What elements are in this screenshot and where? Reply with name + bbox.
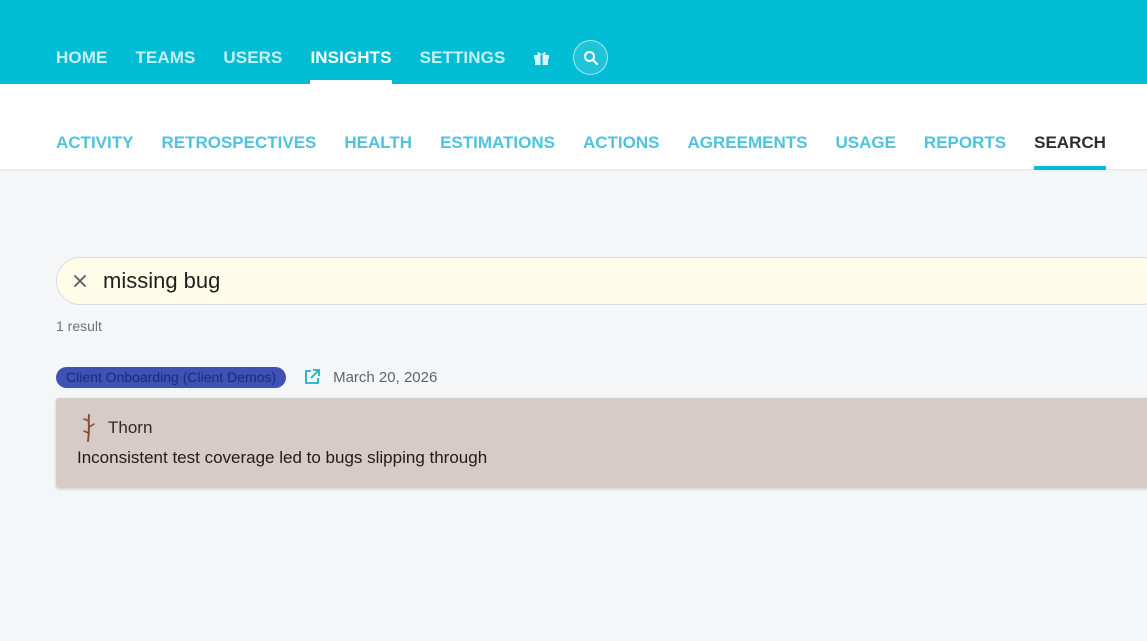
nav-item-insights[interactable]: INSIGHTS <box>310 40 392 84</box>
nav-item-teams[interactable]: TEAMS <box>135 40 195 84</box>
result-meta: Client Onboarding (Client Demos) March 2… <box>56 366 437 388</box>
nav-item-settings[interactable]: SETTINGS <box>420 40 506 84</box>
search-icon <box>583 50 598 65</box>
result-card[interactable]: Thorn Inconsistent test coverage led to … <box>56 398 1147 488</box>
result-date: March 20, 2026 <box>333 368 438 386</box>
search-input[interactable] <box>103 264 1103 298</box>
gift-icon[interactable] <box>533 40 551 75</box>
search-field <box>56 257 1147 305</box>
card-category: Thorn <box>108 418 153 437</box>
tab-agreements[interactable]: AGREEMENTS <box>687 132 807 170</box>
team-tag[interactable]: Client Onboarding (Client Demos) <box>56 366 287 388</box>
search-button[interactable] <box>573 40 609 75</box>
tab-retrospectives[interactable]: RETROSPECTIVES <box>161 132 316 170</box>
tab-actions[interactable]: ACTIONS <box>583 132 660 170</box>
main-nav: HOME TEAMS USERS INSIGHTS SETTINGS <box>56 40 609 84</box>
top-navigation-bar: HOME TEAMS USERS INSIGHTS SETTINGS <box>0 0 1147 84</box>
card-text: Inconsistent test coverage led to bugs s… <box>77 448 488 467</box>
tab-activity[interactable]: ACTIVITY <box>56 132 133 170</box>
result-count: 1 result <box>56 318 102 334</box>
nav-item-users[interactable]: USERS <box>223 40 282 84</box>
tab-reports[interactable]: REPORTS <box>924 132 1006 170</box>
tab-search[interactable]: SEARCH <box>1034 132 1106 170</box>
sub-nav: ACTIVITY RETROSPECTIVES HEALTH ESTIMATIO… <box>56 132 1134 170</box>
thorn-icon <box>82 414 96 442</box>
insights-sub-navigation: ACTIVITY RETROSPECTIVES HEALTH ESTIMATIO… <box>0 84 1147 170</box>
close-icon[interactable] <box>71 272 89 290</box>
tab-usage[interactable]: USAGE <box>835 132 895 170</box>
tab-health[interactable]: HEALTH <box>344 132 412 170</box>
nav-item-home[interactable]: HOME <box>56 40 107 84</box>
open-in-new-icon[interactable] <box>303 368 321 386</box>
tab-estimations[interactable]: ESTIMATIONS <box>440 132 555 170</box>
